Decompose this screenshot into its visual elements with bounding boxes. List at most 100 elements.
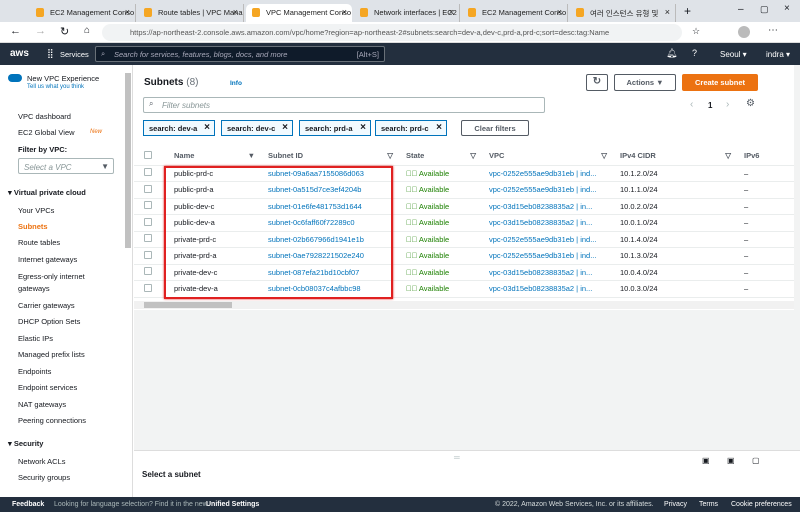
remove-icon[interactable]: × <box>360 122 366 133</box>
close-icon[interactable]: × <box>449 7 454 17</box>
settings-gear-icon[interactable]: ⚙ <box>746 98 755 109</box>
cell-vpc[interactable]: vpc-03d15eb08238835a2 | in... <box>484 198 615 215</box>
remove-icon[interactable]: × <box>436 122 442 133</box>
tab-instance-types[interactable]: 여러 인스턴스 유형 및 × <box>570 4 676 22</box>
cookie-preferences-link[interactable]: Cookie preferences <box>731 501 792 508</box>
sidebar-item-prefix-lists[interactable]: Managed prefix lists <box>18 350 85 359</box>
sidebar-item-subnets[interactable]: Subnets <box>18 222 48 231</box>
tab-route-tables[interactable]: Route tables | VPC Mana × <box>138 4 244 22</box>
row-checkbox[interactable] <box>134 264 164 281</box>
sidebar-item-your-vpcs[interactable]: Your VPCs <box>18 206 54 215</box>
col-ipv4[interactable]: IPv4 CIDR ▽ <box>615 147 739 166</box>
sidebar-item-elastic-ips[interactable]: Elastic IPs <box>18 334 53 343</box>
actions-button[interactable]: Actions ▼ <box>614 74 676 91</box>
sidebar-item-egress-only[interactable]: Egress-only internet <box>18 272 85 281</box>
page-number[interactable]: 1 <box>708 101 712 110</box>
unified-settings-link[interactable]: Unified Settings <box>206 501 259 508</box>
remove-icon[interactable]: × <box>204 122 210 133</box>
cell-vpc[interactable]: vpc-03d15eb08238835a2 | in... <box>484 264 615 281</box>
tab-ec2-2[interactable]: EC2 Management Conso × <box>462 4 568 22</box>
row-checkbox[interactable] <box>134 247 164 265</box>
sidebar-item-ec2-global-view[interactable]: EC2 Global View <box>18 128 75 137</box>
sidebar-item-endpoints[interactable]: Endpoints <box>18 367 51 376</box>
row-checkbox[interactable] <box>134 181 164 199</box>
section-vpc[interactable]: ▾ Virtual private cloud <box>8 188 86 197</box>
refresh-button[interactable]: ↻ <box>586 74 608 91</box>
row-checkbox[interactable] <box>134 280 164 298</box>
close-icon[interactable]: × <box>125 7 130 17</box>
sidebar-item-internet-gateways[interactable]: Internet gateways <box>18 255 77 264</box>
sidebar-item-dashboard[interactable]: VPC dashboard <box>18 112 71 121</box>
create-subnet-button[interactable]: Create subnet <box>682 74 758 91</box>
next-page-icon[interactable]: › <box>726 99 729 110</box>
new-tab-icon[interactable]: + <box>684 4 691 18</box>
reload-icon[interactable]: ↻ <box>60 25 69 38</box>
minimize-icon[interactable]: – <box>738 4 744 15</box>
cell-vpc[interactable]: vpc-0252e555ae9db31eb | ind... <box>484 231 615 248</box>
sidebar-item-security-groups[interactable]: Security groups <box>18 473 70 482</box>
aws-logo[interactable]: aws <box>10 48 29 59</box>
info-link[interactable]: Info <box>230 80 242 87</box>
feedback-link[interactable]: Tell us what you think <box>27 84 84 90</box>
maximize-panel-icon[interactable]: ▢ <box>752 456 760 465</box>
sidebar-item-network-acls[interactable]: Network ACLs <box>18 457 66 466</box>
feedback-link[interactable]: Feedback <box>12 501 44 508</box>
select-all-checkbox[interactable] <box>134 147 164 166</box>
terms-link[interactable]: Terms <box>699 501 718 508</box>
horizontal-scrollbar[interactable] <box>134 301 794 309</box>
new-vpc-toggle[interactable] <box>8 74 22 82</box>
cell-vpc[interactable]: vpc-03d15eb08238835a2 | in... <box>484 214 615 232</box>
tab-vpc-console[interactable]: VPC Management Conso × <box>246 4 352 22</box>
col-subnet-id[interactable]: Subnet ID ▽ <box>263 147 401 166</box>
side-view-icon[interactable]: ▣ <box>727 456 735 465</box>
help-icon[interactable]: ? <box>692 48 697 58</box>
sidebar-item-carrier-gateways[interactable]: Carrier gateways <box>18 301 75 310</box>
menu-icon[interactable]: ⋯ <box>768 25 778 36</box>
sidebar-item-peering[interactable]: Peering connections <box>18 416 86 425</box>
col-name[interactable]: Name ▼ <box>164 147 263 166</box>
close-icon[interactable]: × <box>665 7 670 17</box>
tab-network-interfaces[interactable]: Network interfaces | EC2 × <box>354 4 460 22</box>
col-vpc[interactable]: VPC ▽ <box>484 147 615 166</box>
notification-bell-icon[interactable]: 🔔︎ <box>666 48 677 59</box>
sidebar-scrollbar[interactable] <box>125 73 131 248</box>
sidebar-item-nat-gateways[interactable]: NAT gateways <box>18 400 66 409</box>
section-security[interactable]: ▾ Security <box>8 439 43 448</box>
resize-handle[interactable]: ═ <box>454 453 460 462</box>
profile-avatar[interactable] <box>738 26 750 38</box>
clear-filters-button[interactable]: Clear filters <box>461 120 529 136</box>
row-checkbox[interactable] <box>134 214 164 232</box>
favorite-icon[interactable]: ☆ <box>692 26 700 37</box>
maximize-icon[interactable]: ▢ <box>760 4 769 15</box>
remove-icon[interactable]: × <box>282 122 288 133</box>
window-close-icon[interactable]: × <box>784 3 790 14</box>
back-icon[interactable]: ← <box>10 25 21 37</box>
sidebar-item-endpoint-services[interactable]: Endpoint services <box>18 383 77 392</box>
account-menu[interactable]: indra ▾ <box>766 50 790 59</box>
prev-page-icon[interactable]: ‹ <box>690 99 693 110</box>
cell-vpc[interactable]: vpc-03d15eb08238835a2 | in... <box>484 280 615 298</box>
close-icon[interactable]: × <box>233 7 238 17</box>
home-icon[interactable]: ⌂ <box>84 25 90 36</box>
close-icon[interactable]: × <box>342 7 347 17</box>
url-input[interactable]: https://ap-northeast-2.console.aws.amazo… <box>102 24 682 41</box>
cell-vpc[interactable]: vpc-0252e555ae9db31eb | ind... <box>484 247 615 265</box>
col-state[interactable]: State ▽ <box>401 147 484 166</box>
forward-icon[interactable]: → <box>35 25 46 37</box>
services-menu[interactable]: Services <box>60 50 89 59</box>
cell-vpc[interactable]: vpc-0252e555ae9db31eb | ind... <box>484 181 615 199</box>
tab-ec2-1[interactable]: EC2 Management Conso × <box>30 4 136 22</box>
row-checkbox[interactable] <box>134 231 164 248</box>
sidebar-item-egress-only-cont[interactable]: gateways <box>18 284 50 293</box>
row-checkbox[interactable] <box>134 198 164 215</box>
privacy-link[interactable]: Privacy <box>664 501 687 508</box>
cell-vpc[interactable]: vpc-0252e555ae9db31eb | ind... <box>484 165 615 182</box>
vpc-select[interactable]: Select a VPC ▼ <box>18 158 114 174</box>
sidebar-item-dhcp[interactable]: DHCP Option Sets <box>18 317 80 326</box>
services-search-input[interactable]: ⌕ Search for services, features, blogs, … <box>95 46 385 62</box>
close-icon[interactable]: × <box>557 7 562 17</box>
sidebar-item-route-tables[interactable]: Route tables <box>18 238 60 247</box>
filter-subnets-input[interactable]: ⌕ Filter subnets <box>143 97 545 113</box>
split-view-icon[interactable]: ▣ <box>702 456 710 465</box>
region-selector[interactable]: Seoul ▾ <box>720 50 747 59</box>
